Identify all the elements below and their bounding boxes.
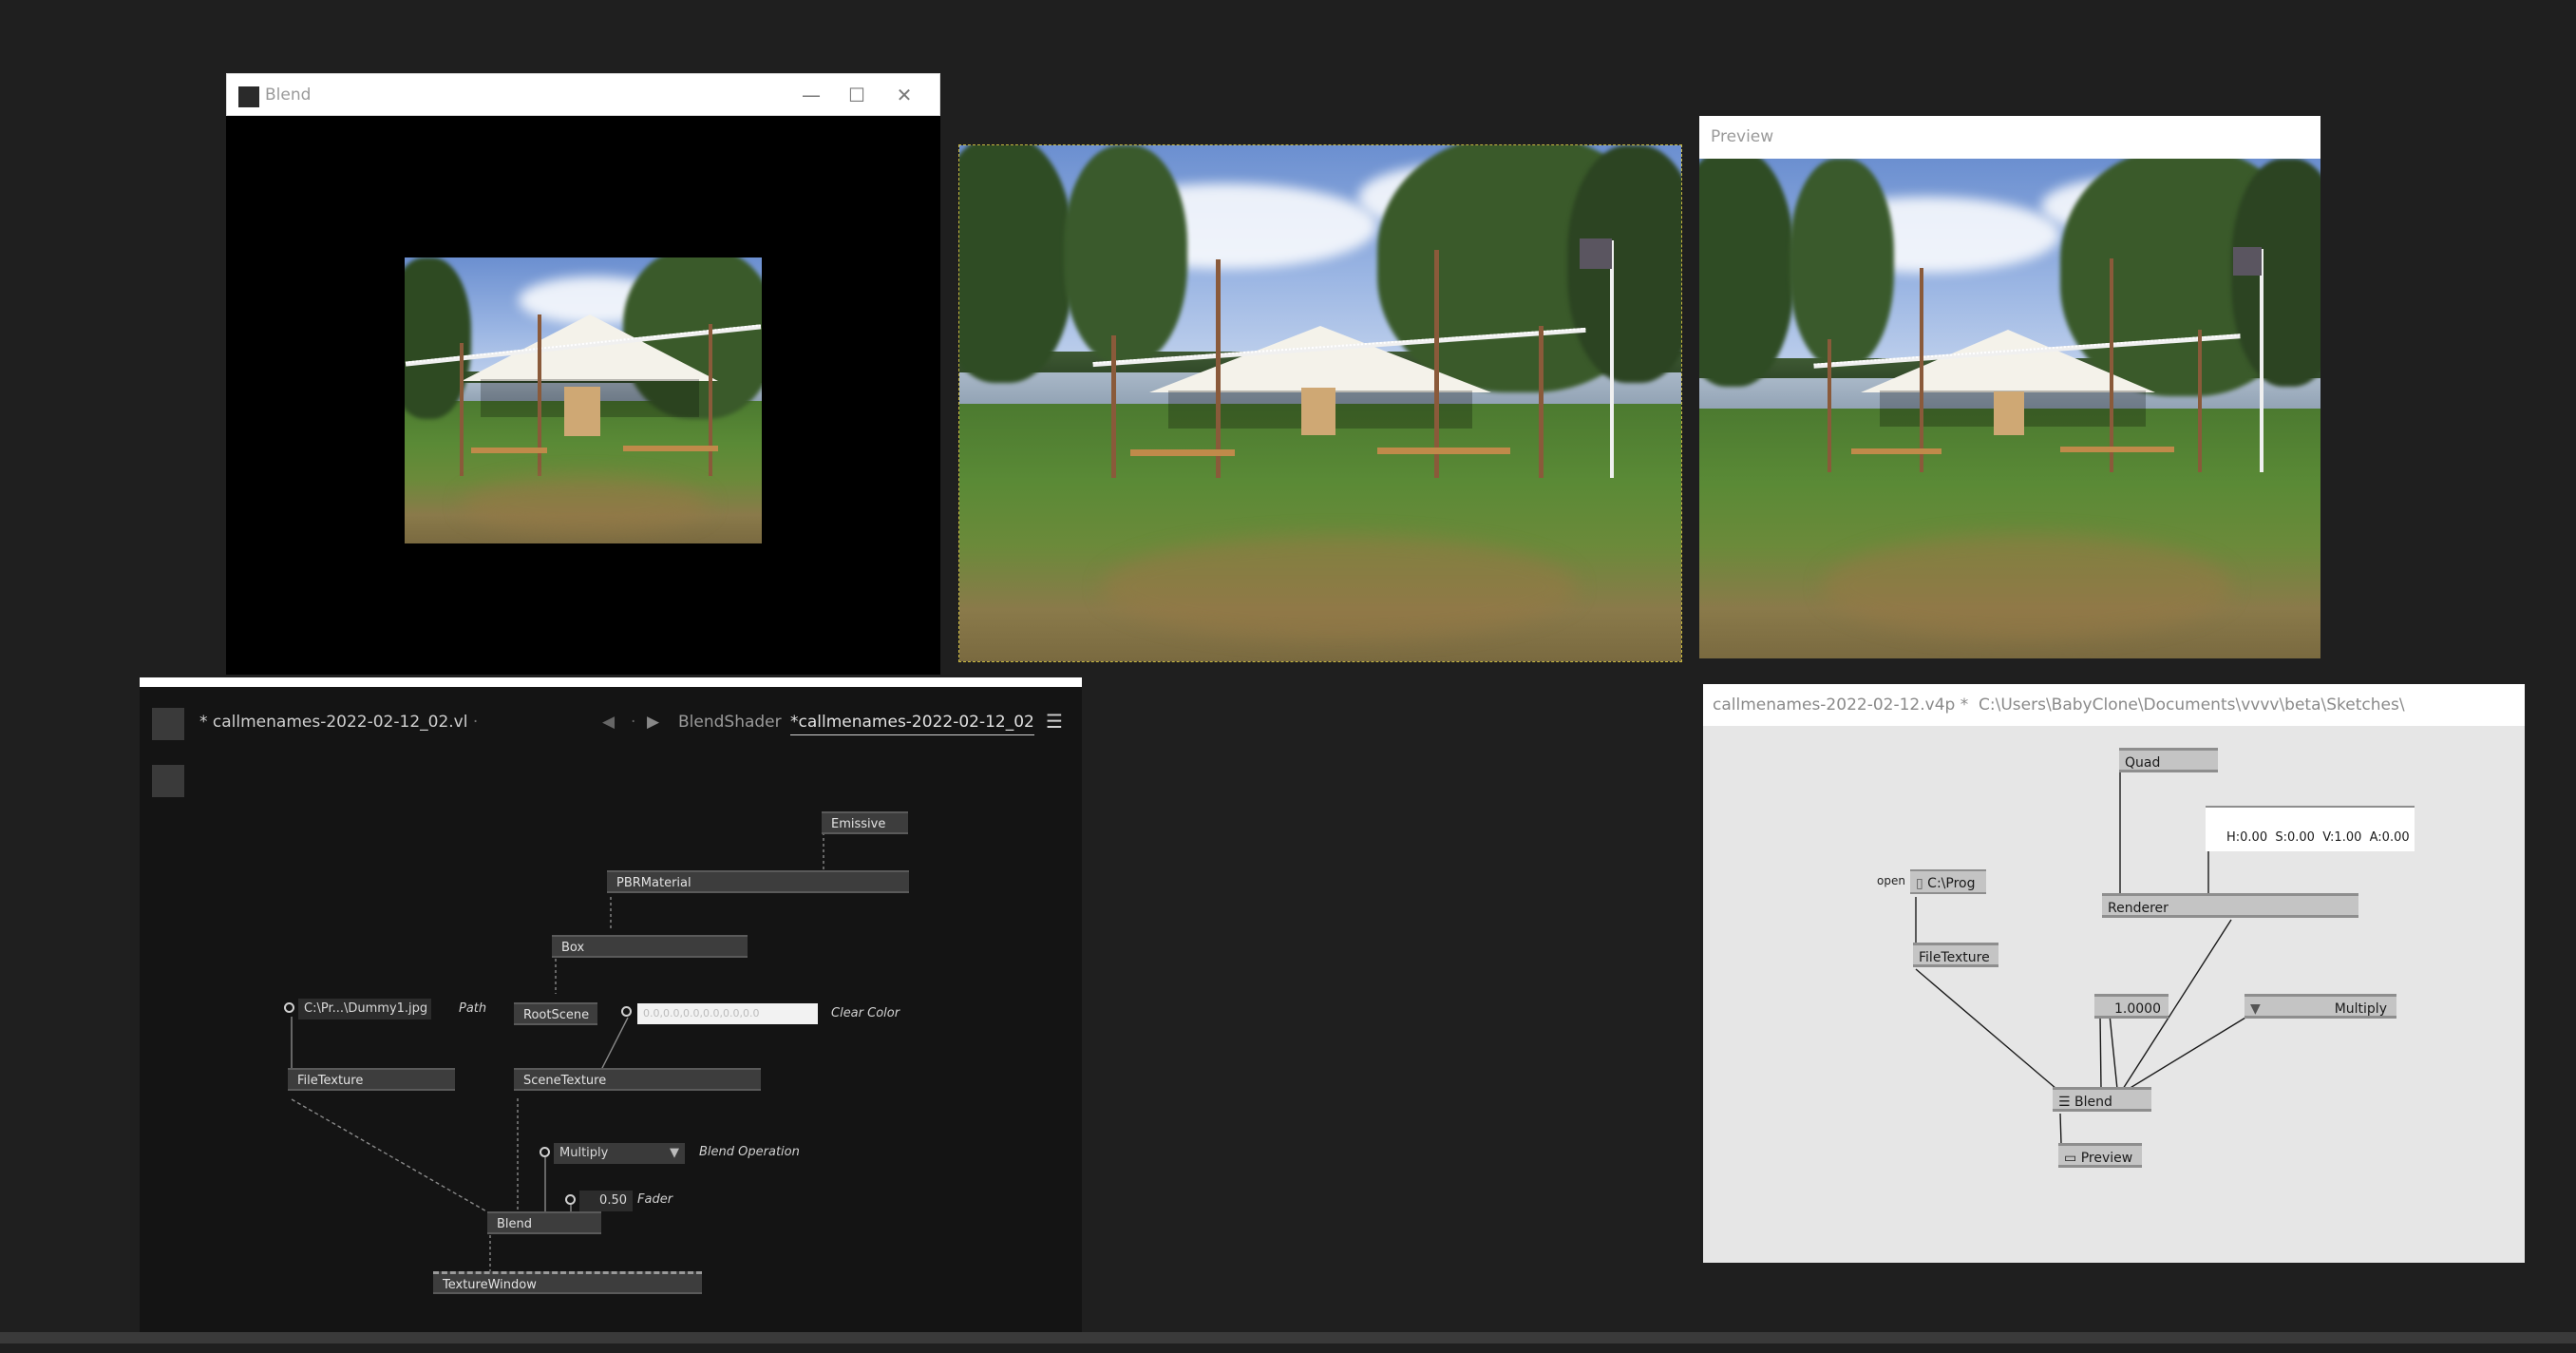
blend-mode-dropdown[interactable]: ▼ Multiply [2245,994,2396,1019]
blend-node[interactable]: Blend [487,1211,601,1234]
blend-titlebar[interactable]: Blend — ☐ ✕ [226,73,940,116]
taskbar-strip [0,1332,2576,1343]
texturewindow-node[interactable]: TextureWindow [433,1271,702,1294]
quad-node[interactable]: Quad [2119,748,2218,772]
blend-node[interactable]: ☰ Blend [2053,1087,2151,1112]
preview-window: Preview [1699,116,2320,658]
filetexture-node[interactable]: FileTexture [1913,943,1998,967]
path-iobox[interactable]: ▯ C:\Prog [1910,869,1986,894]
color-iobox[interactable]: H:0.00 S:0.00 V:1.00 A:0.00 [2206,806,2415,851]
blend-operation-pin-icon[interactable] [540,1147,550,1157]
open-label: open [1877,874,1905,887]
beta-links [1915,772,2251,1145]
minimize-button[interactable]: — [792,80,830,110]
blend-operation-label: Blend Operation [699,1145,800,1159]
filetexture-node[interactable]: FileTexture [288,1068,455,1091]
renderer-node[interactable]: Renderer [2102,893,2358,918]
fader-iobox[interactable]: 1.0000 [2094,994,2169,1019]
path-label: Path [459,1001,487,1016]
blend-window-title: Blend [265,86,312,105]
clear-color-iobox[interactable]: 0.0,0.0,0.0,0.0,0.0,0.0 [637,1003,818,1024]
file-icon: ▯ [1916,876,1923,891]
path-iobox[interactable]: C:\Pr...\Dummy1.jpg [298,999,431,1020]
box-node[interactable]: Box [552,935,748,958]
preview-node[interactable]: ▭ Preview [2058,1143,2142,1168]
fader-pin-icon[interactable] [565,1194,576,1205]
fader-iobox[interactable]: 0.50 [579,1191,633,1211]
blend-window: Blend — ☐ ✕ [226,73,940,675]
rootscene-node[interactable]: RootScene [514,1002,597,1025]
preview-window-title: Preview [1711,127,1774,146]
preview-window-icon: ▭ [2064,1151,2077,1166]
app-icon [238,86,259,107]
blend-operation-dropdown[interactable]: Multiply ▼ [554,1143,685,1164]
emissive-node[interactable]: Emissive [822,811,908,834]
gamma-patch-editor: * callmenames-2022-02-12_02.vl · ◀ · ▶ B… [140,677,1082,1343]
maximize-button[interactable]: ☐ [838,80,876,110]
beta-patch-editor: callmenames-2022-02-12.v4p * C:\Users\Ba… [1703,684,2525,1263]
pbrmaterial-node[interactable]: PBRMaterial [607,870,909,893]
blend-node-icon: ☰ [2058,1095,2071,1110]
dropdown-arrow-icon: ▼ [2250,1001,2261,1017]
path-pin-icon[interactable] [284,1002,294,1013]
fader-label: Fader [637,1192,673,1207]
blend-output-image [405,257,762,543]
preview-image [1699,159,2320,658]
dropdown-arrow-icon: ▼ [670,1146,679,1160]
gamma-links [291,832,824,1274]
close-button[interactable]: ✕ [885,80,923,110]
clear-color-pin-icon[interactable] [621,1006,632,1017]
scenetexture-node[interactable]: SceneTexture [514,1068,761,1091]
renderer-output-image [958,144,1682,662]
clear-color-label: Clear Color [831,1006,900,1020]
